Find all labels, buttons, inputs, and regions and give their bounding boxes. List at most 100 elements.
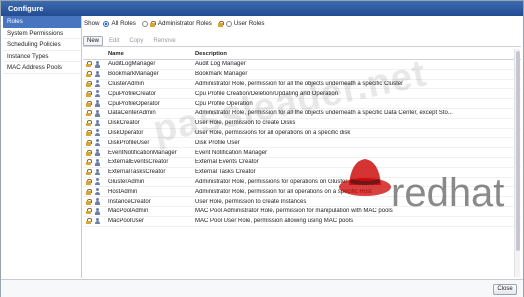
lock-icon [86, 139, 92, 146]
roles-toolbar: New Edit Copy Remove [83, 35, 521, 47]
user-icon [94, 198, 100, 205]
name-column-header[interactable]: Name [108, 51, 195, 57]
remove-button[interactable]: Remove [149, 36, 179, 46]
table-row[interactable]: ExternalTasksCreator External Tasks Creat… [83, 168, 521, 178]
user-icon [94, 70, 100, 78]
role-description: Disk Profile User [195, 139, 240, 146]
table-body: AuditLogManager Audit Log Manager Bookmark… [83, 60, 521, 227]
role-description: MAC Pool User Role, permission allowing … [195, 218, 354, 225]
table-row[interactable]: InstanceCreator User Role, permission to … [83, 197, 521, 207]
role-name: MacPoolUser [108, 218, 145, 225]
user-icon [94, 158, 100, 166]
role-description: Administrator Role, permissions for oper… [195, 178, 369, 185]
role-name: DataCenterAdmin [108, 110, 156, 117]
dialog-titlebar[interactable]: Configure [1, 1, 523, 16]
lock-icon [86, 149, 92, 156]
administrator-roles-option[interactable]: Administrator Roles [141, 20, 212, 27]
sidebar-item-roles[interactable]: Roles [3, 16, 81, 28]
row-icons [83, 109, 108, 117]
table-row[interactable]: ExternalEventsCreator External Events Cre… [83, 158, 521, 168]
role-name: ExternalTasksCreator [108, 169, 166, 176]
user-icon [94, 149, 100, 156]
table-row[interactable]: DiskOperator User Role, permissions for a… [83, 129, 521, 139]
sidebar-item-mac-address-pools[interactable]: MAC Address Pools [3, 62, 81, 74]
table-row[interactable]: MacPoolAdmin MAC Pool Administrator Role,… [83, 207, 521, 217]
lock-icon [86, 90, 92, 97]
user-icon [94, 109, 100, 117]
configure-dialog: Configure Roles System Permissions Sched… [0, 0, 524, 297]
table-row[interactable]: CpuProfileCreator Cpu Profile Creation/De… [83, 89, 521, 100]
role-description: External Tasks Creator [195, 169, 256, 176]
sidebar-item-instance-types[interactable]: Instance Types [3, 51, 81, 62]
user-roles-label: User Roles [233, 20, 265, 27]
scrollbar-thumb[interactable] [516, 51, 520, 251]
role-description: User Role, permission to create Instance… [195, 198, 307, 205]
row-icons [83, 207, 108, 215]
user-icon [94, 217, 100, 225]
role-name: CpuProfileOperator [108, 100, 160, 107]
all-roles-option[interactable]: All Roles [103, 20, 136, 27]
role-description: External Events Creator [195, 159, 259, 166]
new-button[interactable]: New [83, 35, 104, 46]
table-row[interactable]: HostAdmin Administrator Role, permission … [83, 187, 521, 198]
show-label: Show [84, 20, 100, 27]
user-icon [94, 90, 100, 98]
sidebar-item-system-permissions[interactable]: System Permissions [3, 28, 81, 39]
table-row[interactable]: BookmarkManager Bookmark Manager [83, 70, 521, 80]
table-row[interactable]: DataCenterAdmin Administrator Role, permi… [83, 109, 521, 119]
row-icons [83, 119, 108, 127]
description-column-header[interactable]: Description [195, 51, 521, 57]
user-roles-option[interactable]: User Roles [217, 20, 265, 27]
row-icons [83, 149, 108, 156]
user-icon [94, 139, 100, 147]
close-button[interactable]: Close [493, 284, 517, 295]
lock-icon [86, 100, 92, 107]
all-roles-radio[interactable] [103, 20, 110, 27]
role-description: Audit Log Manager [195, 61, 246, 68]
row-icons [83, 139, 108, 147]
role-name: DiskProfileUser [108, 139, 150, 146]
user-icon [94, 168, 100, 176]
role-name: ClusterAdmin [108, 80, 145, 87]
lock-icon [86, 120, 92, 127]
role-description: MAC Pool Administrator Role, permission … [195, 208, 393, 215]
row-icons [83, 100, 108, 107]
row-icons [83, 60, 108, 68]
table-row[interactable]: ClusterAdmin Administrator Role, permissi… [83, 80, 521, 90]
lock-icon [86, 110, 92, 117]
roles-table: Name Description AuditLogManager Audit Lo… [83, 49, 521, 278]
row-icons [83, 217, 108, 225]
row-icons [83, 198, 108, 205]
user-icon [94, 188, 100, 196]
row-icons [83, 158, 108, 166]
row-icons [83, 70, 108, 78]
row-icons [83, 188, 108, 196]
copy-button[interactable]: Copy [125, 36, 147, 46]
role-description: User Role, permissions for all operation… [195, 129, 351, 136]
lock-icon [86, 198, 92, 205]
table-row[interactable]: GlusterAdmin Administrator Role, permissi… [83, 178, 521, 188]
user-roles-radio[interactable] [225, 20, 232, 27]
role-name: ExternalEventsCreator [108, 159, 169, 166]
role-description: Bookmark Manager [195, 71, 248, 78]
table-scrollbar[interactable] [514, 49, 520, 277]
role-description: Administrator Role, permission for all t… [195, 110, 453, 117]
table-row[interactable]: DiskCreator User Role, permission to crea… [83, 119, 521, 129]
role-name: DiskOperator [108, 129, 144, 136]
user-icon [94, 178, 100, 186]
table-row[interactable]: MacPoolUser MAC Pool User Role, permissio… [83, 217, 521, 227]
sidebar-item-scheduling-policies[interactable]: Scheduling Policies [3, 39, 81, 51]
lock-icon [86, 61, 92, 68]
table-row[interactable]: EventNotificationManager Event Notificati… [83, 148, 521, 158]
lock-icon [86, 208, 92, 215]
edit-button[interactable]: Edit [105, 36, 123, 46]
table-row[interactable]: DiskProfileUser Disk Profile User [83, 138, 521, 149]
role-name: EventNotificationManager [108, 149, 177, 156]
role-name: InstanceCreator [108, 198, 151, 205]
table-row[interactable]: AuditLogManager Audit Log Manager [83, 60, 521, 70]
dialog-footer: Close [1, 279, 523, 297]
user-icon [94, 80, 100, 88]
table-header: Name Description [83, 49, 521, 60]
table-row[interactable]: CpuProfileOperator Cpu Profile Operation [83, 99, 521, 109]
administrator-roles-radio[interactable] [141, 20, 148, 27]
